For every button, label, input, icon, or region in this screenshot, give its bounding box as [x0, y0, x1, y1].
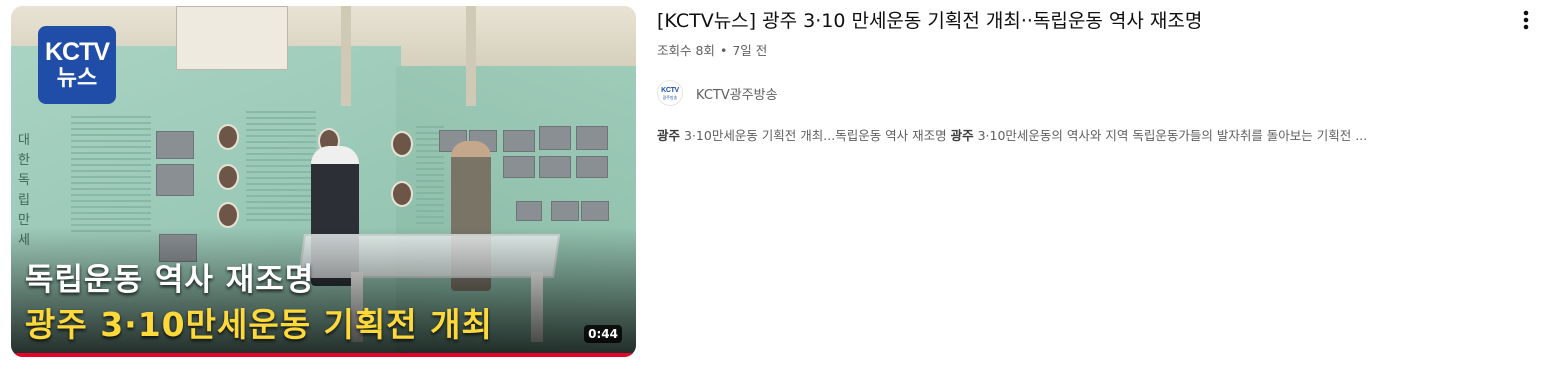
- logo-text-line2: 뉴스: [56, 65, 98, 90]
- description-segment: 광주: [657, 128, 681, 143]
- view-count: 조회수 8회: [657, 43, 715, 58]
- thumbnail-headline-line1: 독립운동 역사 재조명: [25, 262, 315, 298]
- channel-avatar[interactable]: KCTV 광주방송: [657, 80, 683, 106]
- video-title-link[interactable]: [KCTV뉴스] 광주 3·10 만세운동 기획전 개최··독립운동 역사 재조…: [657, 8, 1497, 34]
- description-segment: 광주: [950, 128, 974, 143]
- channel-avatar-text2: 광주방송: [662, 94, 678, 100]
- more-vert-icon: [1523, 10, 1529, 30]
- thumbnail-headline-line2: 광주 3·10만세운동 기획전 개최: [25, 305, 493, 344]
- metadata-separator: •: [719, 43, 728, 58]
- channel-name[interactable]: KCTV광주방송: [696, 84, 778, 103]
- channel-avatar-text1: KCTV: [661, 86, 679, 94]
- video-duration-badge: 0:44: [584, 325, 622, 343]
- upload-age: 7일 전: [732, 43, 768, 58]
- video-thumbnail[interactable]: 대한독립만세: [11, 6, 636, 357]
- logo-text-line1: KCTV: [44, 38, 110, 66]
- kctv-news-logo: KCTV 뉴스: [38, 26, 116, 104]
- description-segment: 3·10만세운동 기획전 개최...독립운동 역사 재조명: [680, 128, 951, 143]
- video-result: 대한독립만세: [0, 0, 1557, 372]
- video-metadata: 조회수 8회 • 7일 전: [657, 40, 767, 59]
- more-actions-button[interactable]: [1512, 6, 1540, 34]
- watch-progress-bar: [11, 353, 636, 357]
- description-segment: 3·10만세운동의 역사와 지역 독립운동가들의 발자취를 돌아보는 기획전 .…: [973, 128, 1368, 143]
- video-description-snippet: 광주 3·10만세운동 기획전 개최...독립운동 역사 재조명 광주 3·10…: [657, 125, 1497, 144]
- channel-link[interactable]: KCTV 광주방송 KCTV광주방송: [657, 80, 778, 106]
